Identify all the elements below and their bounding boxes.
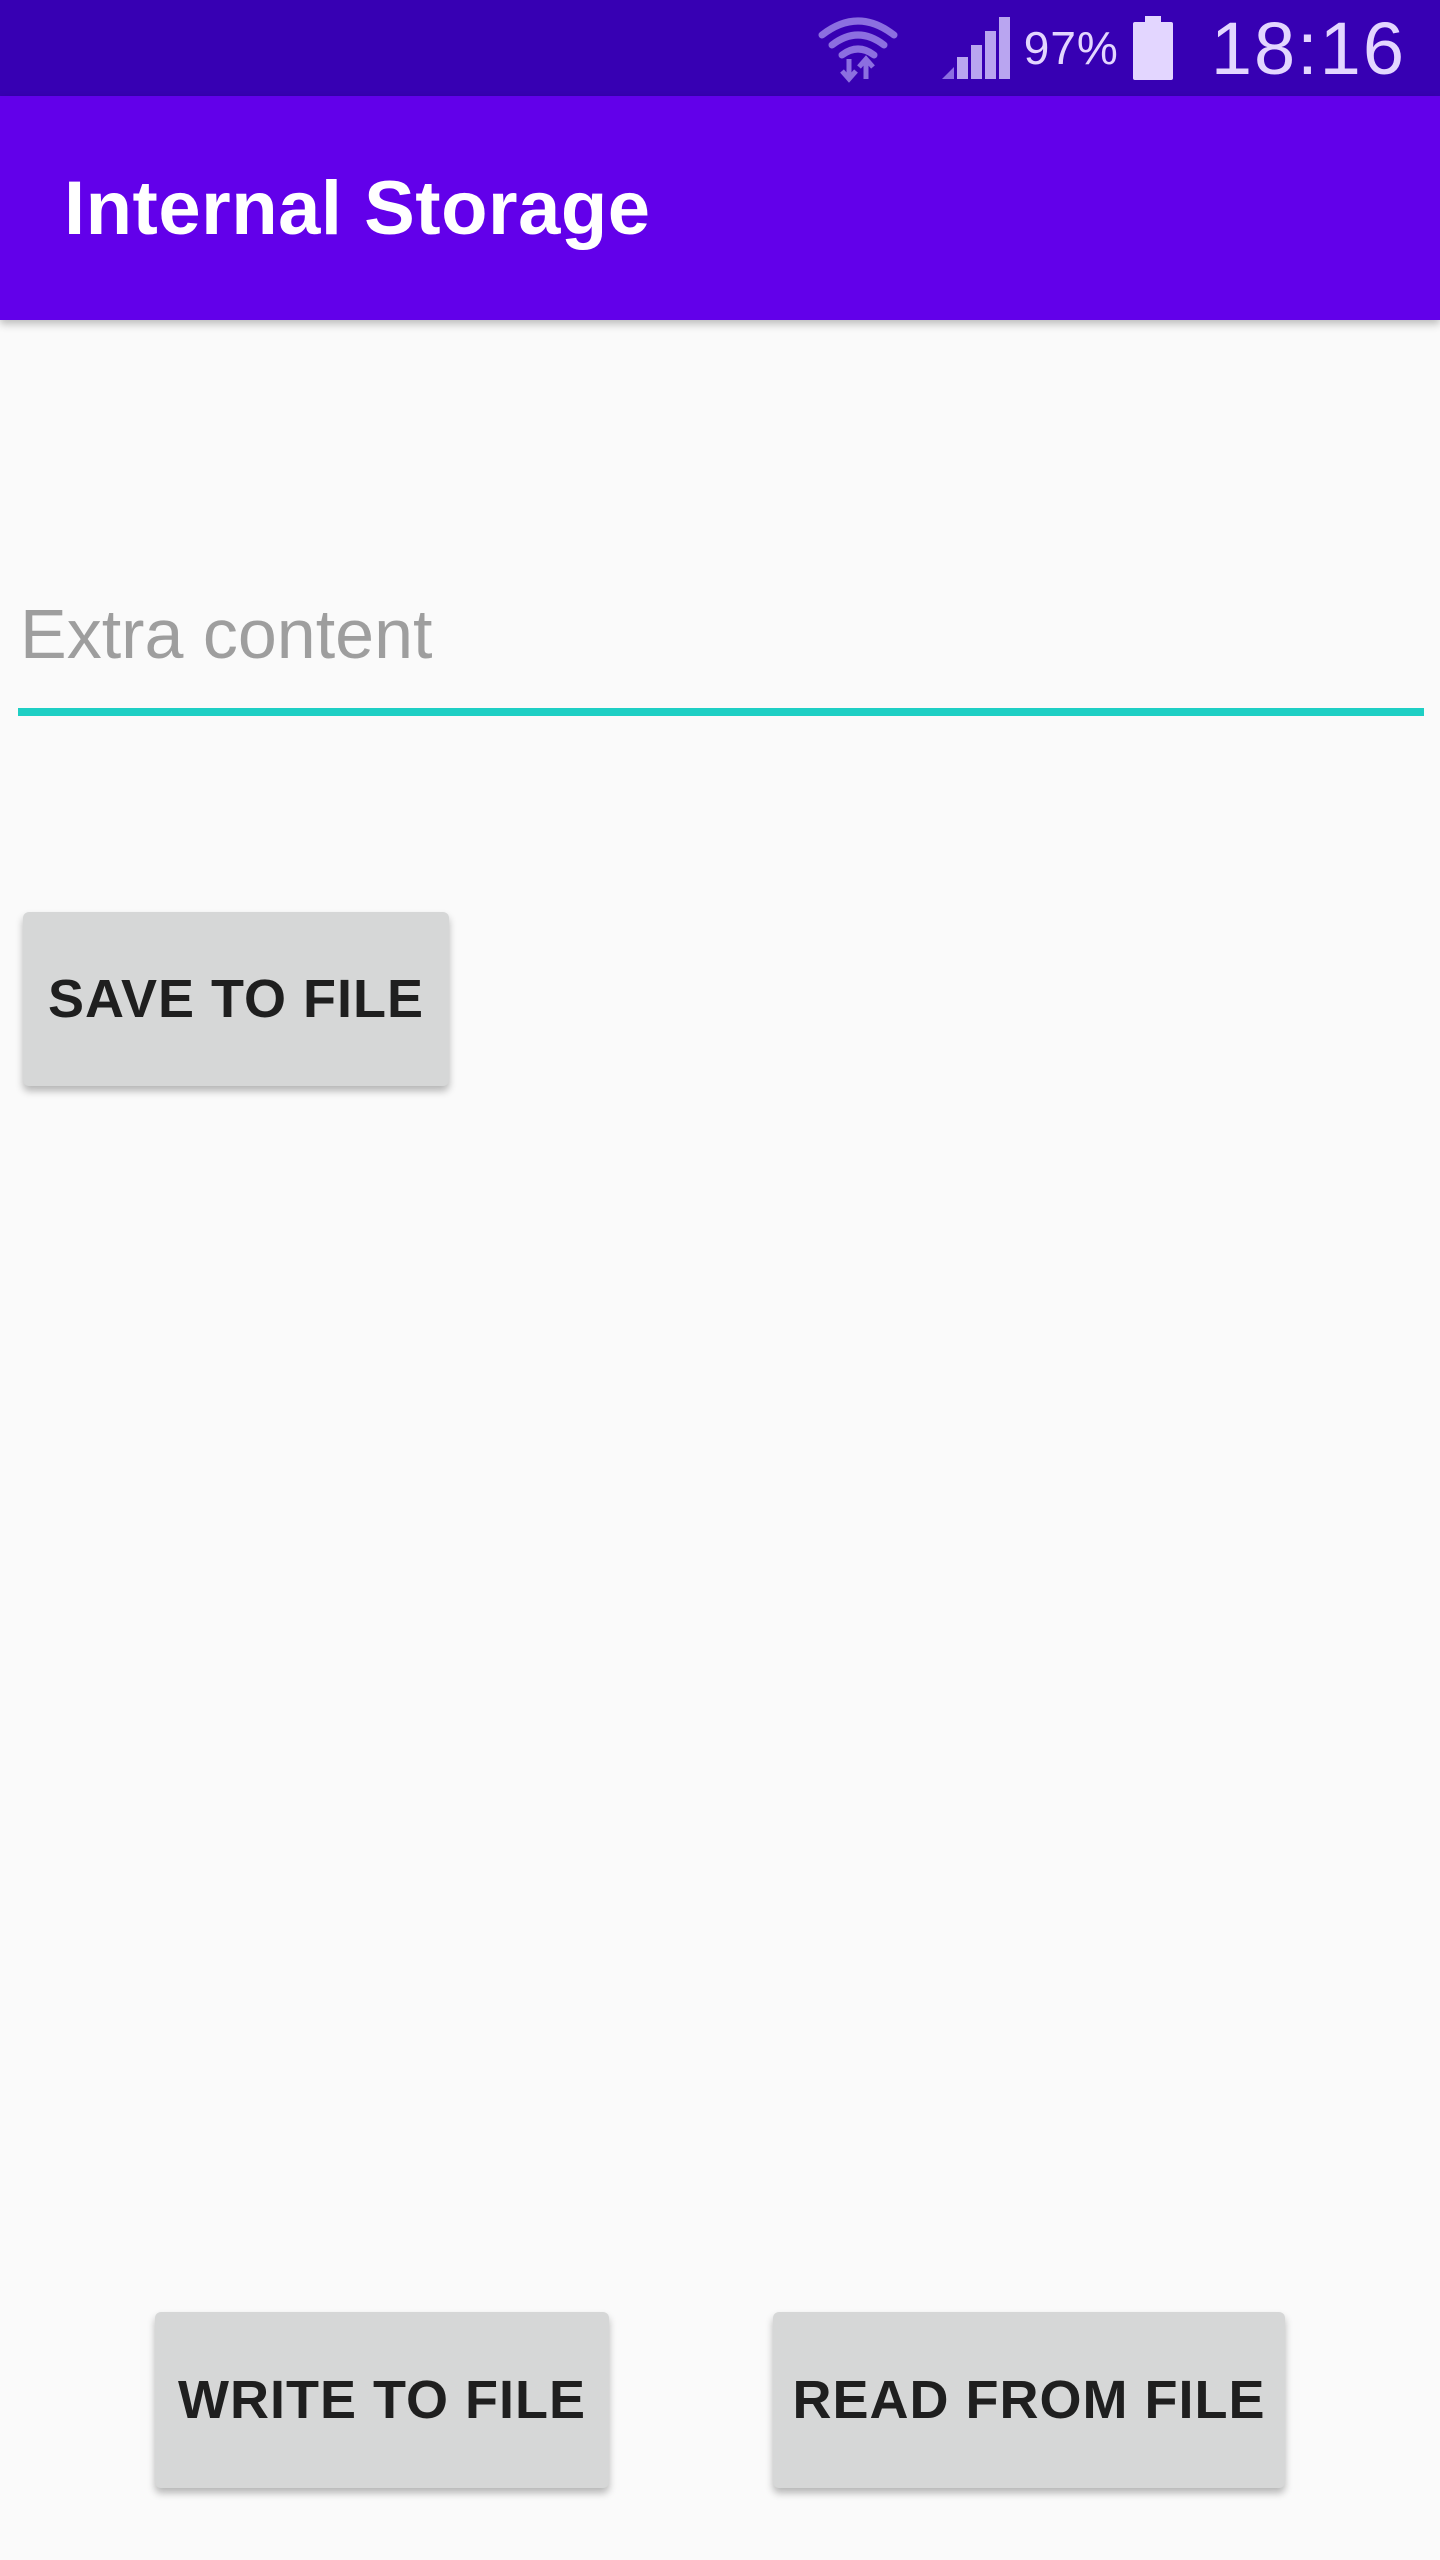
wifi-icon: [818, 13, 942, 83]
battery-icon: [1132, 16, 1211, 80]
save-to-file-button[interactable]: SAVE TO FILE: [23, 912, 449, 1086]
input-underline: [18, 708, 1424, 716]
cell-signal-icon: [941, 17, 1024, 79]
status-bar: 97% 18:16: [0, 0, 1440, 96]
screen: 97% 18:16 Internal Storage SAVE TO FILE …: [0, 0, 1440, 2560]
extra-content-input[interactable]: [18, 540, 1424, 708]
app-title: Internal Storage: [64, 165, 651, 251]
battery-percent: 97%: [1023, 22, 1119, 74]
read-from-file-button[interactable]: READ FROM FILE: [773, 2312, 1285, 2488]
write-to-file-button[interactable]: WRITE TO FILE: [155, 2312, 609, 2488]
app-bar: Internal Storage: [0, 96, 1440, 320]
status-clock: 18:16: [1210, 6, 1406, 90]
extra-content-field: [18, 540, 1424, 716]
